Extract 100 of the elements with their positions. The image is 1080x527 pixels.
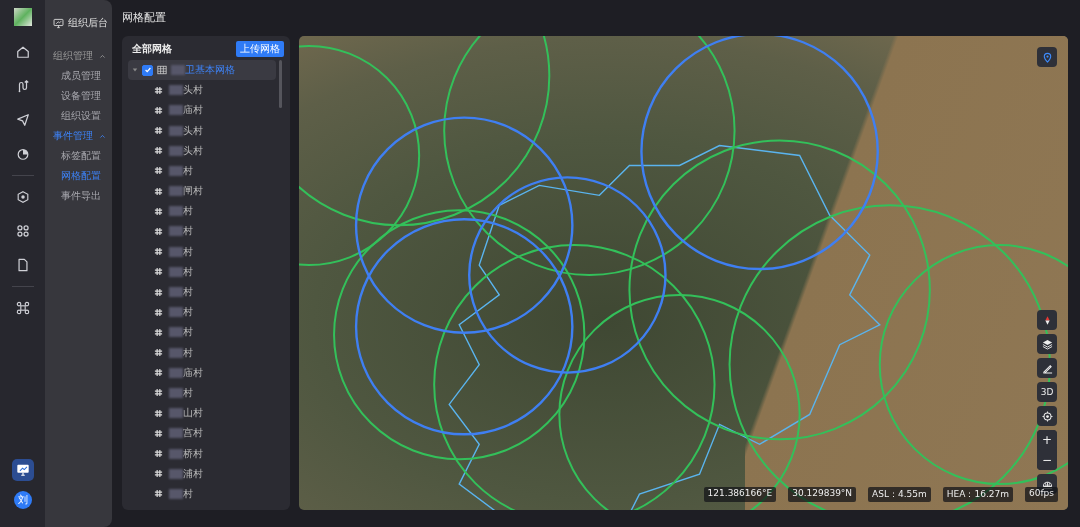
hash-icon: [154, 186, 163, 196]
tree-node-label[interactable]: 村: [183, 325, 193, 340]
redacted-block: [169, 125, 183, 136]
redacted-block: [169, 367, 183, 378]
menu-item[interactable]: 设备管理: [45, 86, 112, 106]
hash-icon: [154, 449, 163, 459]
tree-node-label[interactable]: 村: [183, 285, 193, 300]
hash-icon: [154, 226, 163, 236]
compass-icon: [1043, 314, 1051, 326]
hash-icon: [154, 247, 163, 257]
redacted-block: [169, 85, 183, 96]
tree-node-label[interactable]: 头村: [183, 123, 203, 138]
hash-icon: [154, 267, 163, 277]
redacted-block: [169, 347, 183, 358]
height-readout: HEA：16.27m: [942, 487, 1013, 502]
hash-icon: [154, 408, 163, 418]
menu-item[interactable]: 标签配置: [45, 146, 112, 166]
latitude-readout: 30.129839°N: [788, 487, 857, 502]
layers-icon: [1041, 338, 1053, 350]
hash-icon: [154, 166, 163, 176]
tree-node-label[interactable]: 村: [183, 224, 193, 239]
hash-icon: [154, 489, 163, 499]
hash-icon: [154, 126, 163, 136]
menu-item[interactable]: 成员管理: [45, 66, 112, 86]
redacted-block: [169, 105, 183, 116]
redacted-block: [169, 387, 183, 398]
locate-button[interactable]: [1037, 406, 1057, 426]
redacted-block: [169, 226, 183, 237]
redacted-block: [169, 246, 183, 257]
hash-icon: [154, 348, 163, 358]
tree-node-label[interactable]: 山村: [183, 406, 203, 421]
user-avatar[interactable]: 刘: [13, 491, 32, 509]
fps-readout: 60fps: [1024, 487, 1058, 502]
crosshair-icon: [1041, 410, 1053, 422]
tree-node-label[interactable]: 庙村: [183, 365, 203, 380]
redacted-block: [169, 488, 183, 499]
logo-placeholder: [13, 8, 32, 26]
tree-node-label[interactable]: 闸村: [183, 184, 203, 199]
checkbox[interactable]: [142, 64, 153, 76]
grid-icon: [157, 65, 167, 76]
menu-title: 组织后台: [68, 16, 108, 30]
page-title: 网格配置: [122, 10, 167, 26]
tree-node-label[interactable]: 村: [183, 345, 193, 360]
tree-node-label[interactable]: 头村: [183, 83, 203, 98]
panel-title: 全部网格: [132, 41, 172, 56]
redacted-block: [169, 287, 183, 298]
tree-node-label: 卫基本网格: [185, 63, 235, 78]
tree-node-label[interactable]: 村: [183, 385, 193, 400]
menu-item[interactable]: 事件导出: [45, 186, 112, 206]
hash-icon: [154, 307, 163, 317]
redacted-block: [169, 448, 183, 459]
tree-node-label[interactable]: 村: [183, 486, 193, 501]
caret-icon[interactable]: [132, 67, 138, 74]
tree-node-label[interactable]: 村: [183, 204, 193, 219]
hash-icon: [154, 146, 163, 156]
redacted-block: [169, 307, 183, 318]
hash-icon: [154, 327, 163, 337]
upload-button[interactable]: 上传网格: [236, 40, 284, 57]
monitor-icon: [53, 17, 64, 29]
tree-node-label[interactable]: 村: [183, 244, 193, 259]
tree-node-label[interactable]: 庙村: [183, 103, 203, 118]
redacted-block: [169, 327, 183, 338]
pen-icon: [1041, 362, 1053, 374]
location-pin-icon: [1041, 51, 1053, 63]
compass-button[interactable]: [1037, 310, 1057, 330]
tree-node-label[interactable]: 宫村: [183, 426, 203, 441]
tree-node-label[interactable]: 浦村: [183, 466, 203, 481]
hash-icon: [154, 368, 163, 378]
longitude-readout: 121.386166°E: [703, 487, 777, 502]
chevron-icon: [99, 132, 106, 140]
menu-group[interactable]: 组织管理: [45, 46, 112, 66]
location-pin-button[interactable]: [1037, 47, 1057, 67]
tree-node-label[interactable]: 村: [183, 163, 193, 178]
redacted-block: [169, 186, 183, 197]
redacted-block: [169, 206, 183, 217]
tree-node-label[interactable]: 村: [183, 305, 193, 320]
hash-icon: [154, 206, 163, 216]
hash-icon: [154, 105, 163, 115]
chevron-icon: [99, 52, 106, 60]
tree-node-label[interactable]: 头村: [183, 143, 203, 158]
menu-item[interactable]: 组织设置: [45, 106, 112, 126]
redacted-block: [169, 428, 183, 439]
redacted-block: [169, 408, 183, 419]
altitude-readout: ASL：4.55m: [868, 487, 931, 502]
draw-button[interactable]: [1037, 358, 1057, 378]
hash-icon: [154, 85, 163, 95]
redacted-block: [169, 165, 183, 176]
hash-icon: [154, 287, 163, 297]
hash-icon: [154, 428, 163, 438]
hash-icon: [154, 388, 163, 398]
3d-button[interactable]: 3D: [1037, 382, 1057, 402]
redacted-block: [169, 266, 183, 277]
hash-icon: [154, 469, 163, 479]
redacted-block: [169, 468, 183, 479]
layers-button[interactable]: [1037, 334, 1057, 354]
monitor-button[interactable]: [11, 459, 34, 481]
tree-node-label[interactable]: 村: [183, 264, 193, 279]
tree-node-label[interactable]: 桥村: [183, 446, 203, 461]
scrollbar[interactable]: [279, 60, 282, 109]
monitor-icon: [15, 463, 30, 477]
